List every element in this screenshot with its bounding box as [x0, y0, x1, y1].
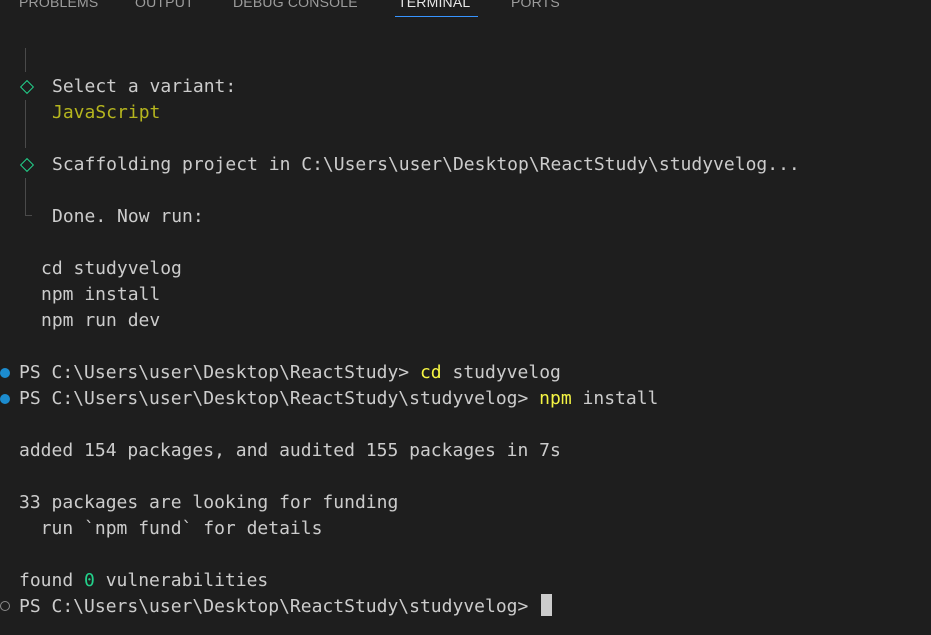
command-name: cd	[419, 362, 442, 383]
active-tab-indicator	[395, 16, 478, 17]
terminal-cursor	[541, 594, 553, 616]
scaffolding-line: Scaffolding project in C:\Users\user\Des…	[52, 154, 800, 175]
vuln-text: found	[19, 570, 85, 591]
gutter-bar	[25, 178, 26, 198]
diamond-icon	[19, 157, 35, 173]
next-step-line: npm run dev	[41, 310, 161, 331]
fund-hint-line: run `npm fund` for details	[19, 518, 323, 539]
prompt-text: PS C:\Users\user\Desktop\ReactStudy\stud…	[19, 388, 540, 409]
gutter-corner	[25, 196, 32, 216]
tab-output[interactable]: OUTPUT	[135, 0, 194, 10]
tab-terminal[interactable]: TERMINAL	[398, 0, 470, 10]
next-step-line: cd studyvelog	[41, 258, 182, 279]
funding-line: 33 packages are looking for funding	[19, 492, 399, 513]
tab-debug-console[interactable]: DEBUG CONSOLE	[233, 0, 358, 10]
prompt-text: PS C:\Users\user\Desktop\ReactStudy>	[19, 362, 420, 383]
gutter-bar	[25, 100, 26, 148]
command-line: PS C:\Users\user\Desktop\ReactStudy\stud…	[19, 386, 658, 412]
panel-tab-bar: PROBLEMS OUTPUT DEBUG CONSOLE TERMINAL P…	[0, 0, 931, 20]
command-args: studyvelog	[441, 362, 561, 383]
command-args: install	[571, 388, 659, 409]
variant-value-line: JavaScript	[52, 102, 161, 123]
variant-prompt-line: Select a variant:	[52, 76, 237, 97]
next-step-line: npm install	[41, 284, 161, 305]
tab-problems[interactable]: PROBLEMS	[19, 0, 98, 10]
added-packages-line: added 154 packages, and audited 155 pack…	[19, 440, 561, 461]
command-success-decoration-icon[interactable]	[0, 368, 10, 378]
command-success-decoration-icon[interactable]	[0, 394, 10, 404]
command-name: npm	[539, 388, 572, 409]
gutter-bar	[25, 48, 26, 72]
tab-ports[interactable]: PORTS	[511, 0, 560, 10]
vulnerabilities-line: found 0 vulnerabilities	[19, 568, 268, 594]
command-pending-decoration-icon[interactable]	[0, 601, 10, 611]
command-line: PS C:\Users\user\Desktop\ReactStudy> cd …	[19, 360, 561, 386]
done-line: Done. Now run:	[52, 206, 204, 227]
vuln-text: vulnerabilities	[94, 570, 269, 591]
active-prompt-line[interactable]: PS C:\Users\user\Desktop\ReactStudy\stud…	[19, 594, 553, 620]
diamond-icon	[19, 79, 35, 95]
vulnerability-count: 0	[84, 570, 95, 591]
prompt-text: PS C:\Users\user\Desktop\ReactStudy\stud…	[19, 596, 540, 617]
